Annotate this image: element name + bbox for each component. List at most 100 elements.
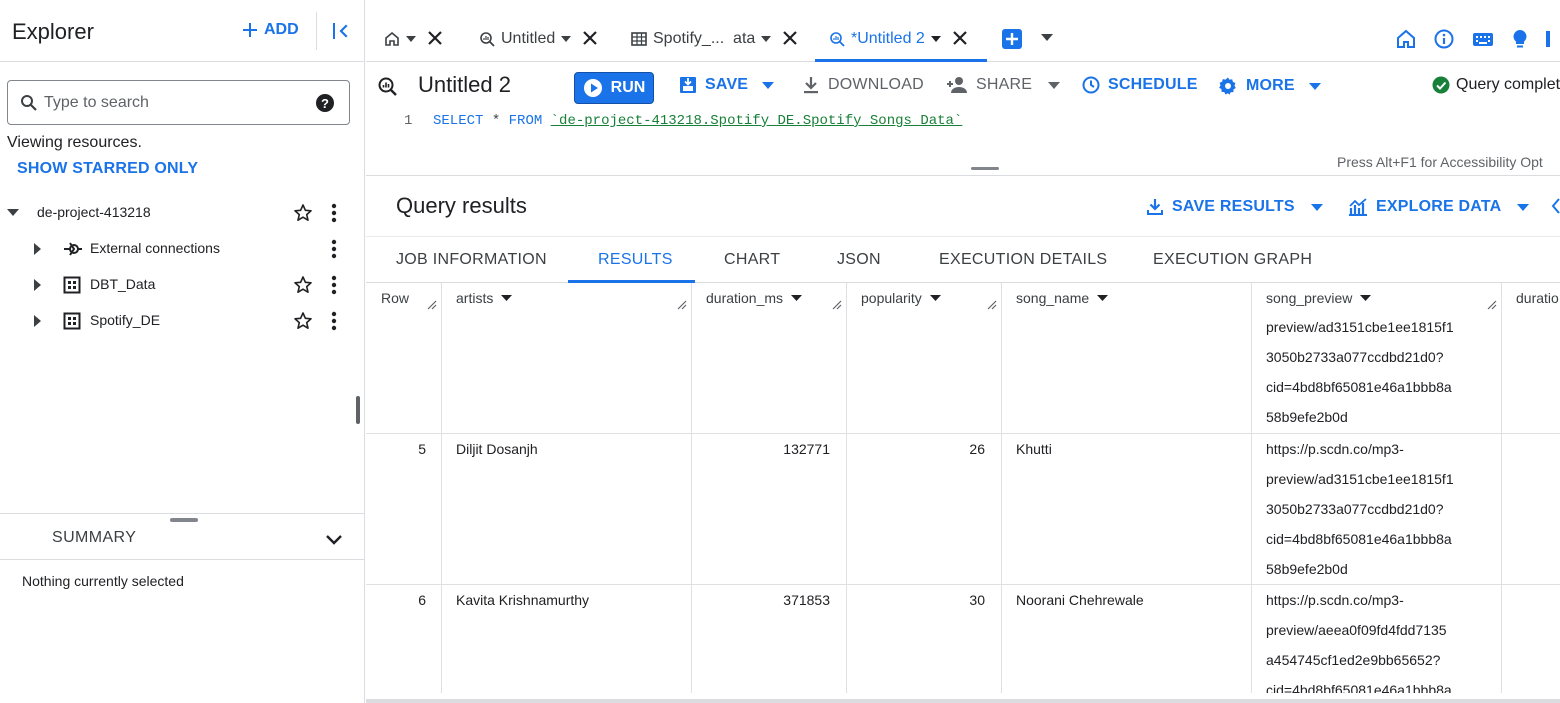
code-editor[interactable]: 1 SELECT * FROM `de-project-413218.Spoti… xyxy=(366,108,1560,176)
chevron-down-icon[interactable] xyxy=(324,529,344,549)
star-icon[interactable] xyxy=(293,311,313,331)
results-title: Query results xyxy=(396,193,527,218)
more-vert-icon[interactable] xyxy=(327,275,341,295)
column-header-artists[interactable]: artists xyxy=(456,283,513,313)
song-preview-text: preview/aeea0f09fd4fdd7135 xyxy=(1266,622,1447,638)
lightbulb-icon[interactable] xyxy=(1512,29,1528,49)
tab-home[interactable] xyxy=(384,18,442,62)
tree-item-spotify-de[interactable]: Spotify_DE xyxy=(0,303,350,339)
caret-down-icon[interactable] xyxy=(930,36,941,42)
tree-item-label: External connections xyxy=(90,240,220,256)
svg-text:?: ? xyxy=(321,96,329,111)
expand-right-icon[interactable] xyxy=(33,278,43,292)
caret-down-icon[interactable] xyxy=(761,36,772,42)
close-icon[interactable] xyxy=(583,31,598,45)
sql-table-reference[interactable]: `de-project-413218.Spotify_DE.Spotify_So… xyxy=(551,113,963,129)
share-button[interactable]: SHARE xyxy=(946,76,1061,94)
close-icon[interactable] xyxy=(428,31,442,45)
sort-caret-icon[interactable] xyxy=(1097,295,1109,301)
editor-resize-handle[interactable] xyxy=(971,167,999,170)
sort-caret-icon[interactable] xyxy=(501,295,513,301)
download-button[interactable]: DOWNLOAD xyxy=(802,76,924,94)
tab-json[interactable]: JSON xyxy=(837,251,881,269)
more-icon[interactable] xyxy=(1546,29,1552,49)
query-title: Untitled 2 xyxy=(418,72,511,97)
close-icon[interactable] xyxy=(953,31,967,45)
cell-duration-ms: 371853 xyxy=(783,592,830,608)
star-icon[interactable] xyxy=(293,275,313,295)
add-button[interactable]: ADD xyxy=(242,21,299,39)
more-vert-icon[interactable] xyxy=(327,203,341,223)
schedule-button[interactable]: SCHEDULE xyxy=(1082,76,1198,94)
help-icon[interactable]: ? xyxy=(315,93,335,113)
column-resize-icon[interactable] xyxy=(677,300,687,310)
tree-item-dbt-data[interactable]: DBT_Data xyxy=(0,267,350,303)
close-icon[interactable] xyxy=(783,31,798,45)
new-tab-plus-icon[interactable] xyxy=(1001,28,1023,50)
tab-execution-details[interactable]: EXECUTION DETAILS xyxy=(939,251,1107,269)
summary-header[interactable]: SUMMARY xyxy=(0,522,365,560)
column-header-popularity[interactable]: popularity xyxy=(861,283,941,313)
explorer-scrollbar[interactable] xyxy=(356,396,360,424)
run-button[interactable]: RUN xyxy=(574,72,654,104)
cell-popularity: 26 xyxy=(969,441,985,457)
caret-down-icon[interactable] xyxy=(1041,34,1053,41)
tab-untitled[interactable]: Untitled xyxy=(479,18,598,62)
tab-untitled-2[interactable]: *Untitled 2 xyxy=(815,18,987,62)
save-results-button[interactable]: SAVE RESULTS xyxy=(1146,198,1323,216)
show-starred-only-link[interactable]: SHOW STARRED ONLY xyxy=(17,160,198,178)
save-button[interactable]: SAVE xyxy=(679,76,775,94)
more-label: MORE xyxy=(1246,77,1295,94)
explorer-panel: Explorer ADD ? Viewing resources. SHOW S… xyxy=(0,0,365,703)
tab-spotify-data[interactable]: Spotify_... ata xyxy=(631,18,798,62)
column-header-duration-ms[interactable]: duration_ms xyxy=(706,283,803,313)
column-header-row[interactable]: Row xyxy=(381,283,409,313)
summary-empty-text: Nothing currently selected xyxy=(22,573,184,589)
caret-down-icon[interactable] xyxy=(561,36,572,42)
horizontal-scrollbar[interactable] xyxy=(366,699,1560,703)
expand-icon[interactable] xyxy=(1550,196,1560,216)
star-icon[interactable] xyxy=(293,203,313,223)
caret-down-icon[interactable] xyxy=(406,36,416,42)
expand-right-icon[interactable] xyxy=(33,314,43,328)
home-icon[interactable] xyxy=(1396,29,1416,49)
column-header-song-preview[interactable]: song_preview xyxy=(1266,283,1372,313)
column-resize-icon[interactable] xyxy=(1487,300,1497,310)
sort-caret-icon[interactable] xyxy=(1360,295,1372,301)
tab-execution-graph[interactable]: EXECUTION GRAPH xyxy=(1153,251,1312,269)
song-preview-text: a454745cf1ed2e9bb65652? xyxy=(1266,652,1441,668)
more-vert-icon[interactable] xyxy=(327,311,341,331)
info-icon[interactable] xyxy=(1434,29,1454,49)
column-header-duration[interactable]: duratio xyxy=(1516,283,1559,313)
column-resize-icon[interactable] xyxy=(832,300,842,310)
more-button[interactable]: MORE xyxy=(1218,76,1321,96)
cell-song-name: Noorani Chehrewale xyxy=(1016,592,1144,608)
song-preview-text: cid=4bd8bf65081e46a1bbb8a xyxy=(1266,531,1452,547)
sql-code-line[interactable]: SELECT * FROM `de-project-413218.Spotify… xyxy=(433,113,962,129)
sort-caret-icon[interactable] xyxy=(791,295,803,301)
caret-down-icon xyxy=(1517,203,1530,211)
column-resize-icon[interactable] xyxy=(987,300,997,310)
tab-label: Spotify_... ata xyxy=(653,30,756,47)
tree-project-row[interactable]: de-project-413218 xyxy=(0,195,350,231)
tab-job-information[interactable]: JOB INFORMATION xyxy=(396,251,547,269)
table-icon xyxy=(631,31,647,47)
tree-item-external-connections[interactable]: External connections xyxy=(0,231,350,267)
column-resize-icon[interactable] xyxy=(427,300,437,310)
collapse-panel-button[interactable] xyxy=(330,21,350,41)
sql-operator: * xyxy=(483,113,509,129)
tab-results[interactable]: RESULTS xyxy=(598,251,673,269)
expand-right-icon[interactable] xyxy=(33,242,43,256)
search-input[interactable] xyxy=(44,91,304,115)
tab-chart[interactable]: CHART xyxy=(724,251,780,269)
sort-caret-icon[interactable] xyxy=(929,295,941,301)
accessibility-hint: Press Alt+F1 for Accessibility Opt xyxy=(1337,154,1543,170)
expand-down-icon[interactable] xyxy=(6,208,20,218)
more-vert-icon[interactable] xyxy=(327,239,341,259)
explore-data-button[interactable]: EXPLORE DATA xyxy=(1348,198,1530,216)
column-header-label: duratio xyxy=(1516,290,1559,306)
column-header-song-name[interactable]: song_name xyxy=(1016,283,1109,313)
search-field[interactable]: ? xyxy=(7,80,350,125)
keyboard-icon[interactable] xyxy=(1472,29,1494,49)
song-preview-text: preview/ad3151cbe1ee1815f1 xyxy=(1266,471,1454,487)
